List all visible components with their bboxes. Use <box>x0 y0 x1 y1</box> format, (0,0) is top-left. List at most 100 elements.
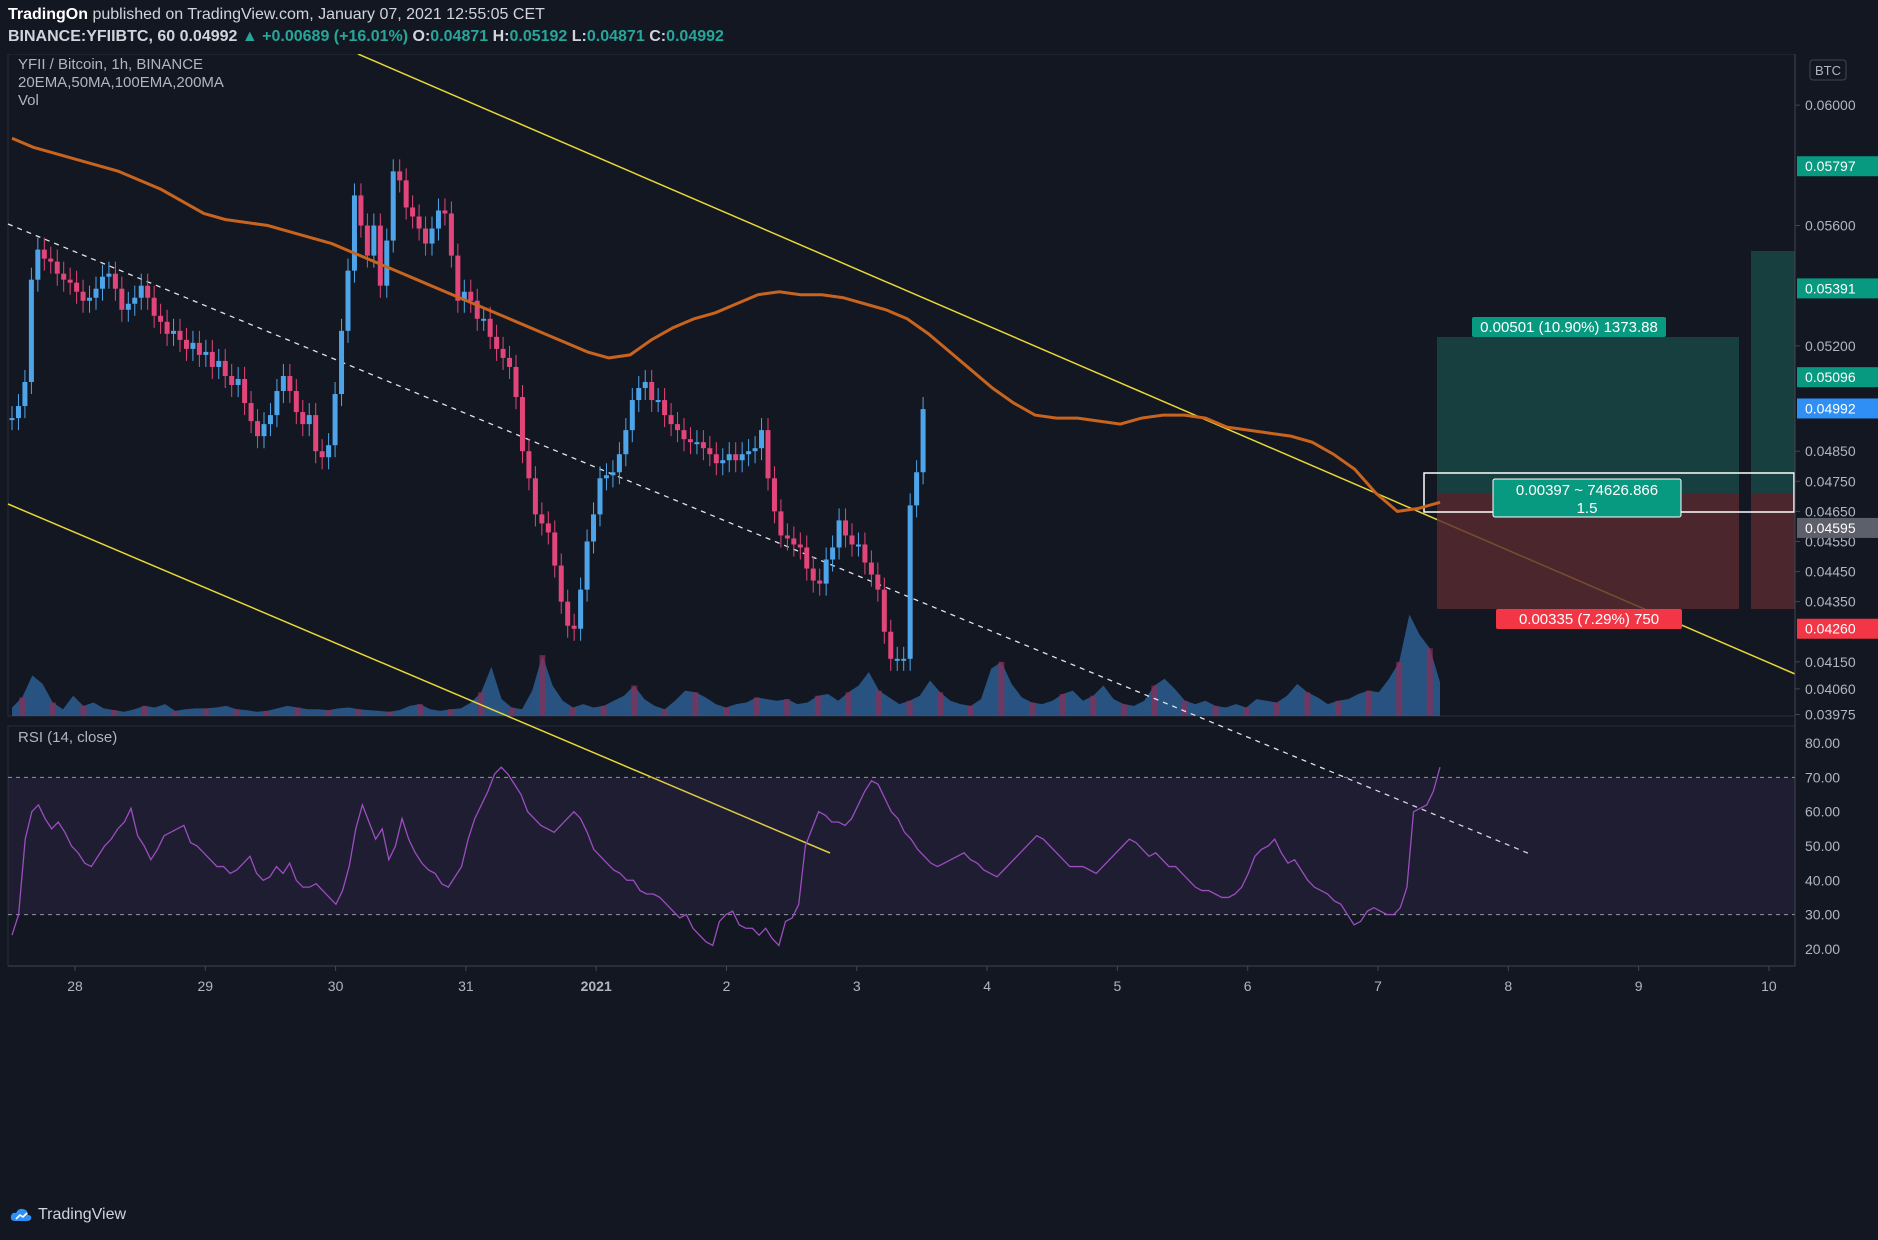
candle-body <box>623 430 629 455</box>
volume-bar <box>570 707 576 716</box>
candle-body <box>532 478 538 515</box>
symbol-label: BINANCE:YFIIBTC, 60 <box>8 28 176 45</box>
time-tick-label: 5 <box>1114 978 1122 994</box>
volume-bar <box>233 709 240 716</box>
volume-bar <box>661 709 668 716</box>
price-change: +0.00689 (+16.01%) <box>262 28 409 45</box>
candle-body <box>700 442 706 449</box>
price-label: 0.04992 <box>1805 400 1856 416</box>
volume-bar <box>1151 685 1158 716</box>
candle-body <box>429 228 435 244</box>
channel-mid-dashed-line[interactable] <box>7 223 1531 855</box>
candle-body <box>765 430 771 479</box>
volume-bar <box>447 709 454 716</box>
candle-body <box>93 288 99 298</box>
indicators-label[interactable]: 20EMA,50MA,100EMA,200MA <box>18 74 224 91</box>
candle-body <box>920 409 926 473</box>
rsi-tick-label: 80.00 <box>1805 735 1840 751</box>
candle-body <box>597 478 603 515</box>
candle-body <box>875 574 881 590</box>
candle-body <box>739 454 745 461</box>
candle-body <box>15 406 21 419</box>
candle-body <box>435 210 441 229</box>
rsi-tick-label: 60.00 <box>1805 804 1840 820</box>
candle-body <box>384 240 390 286</box>
time-tick-label: 2 <box>723 978 731 994</box>
candle-body <box>610 472 616 476</box>
volume-bar <box>1273 702 1280 716</box>
candle-body <box>733 454 739 461</box>
volume-bar <box>1090 695 1097 716</box>
candle-body <box>720 460 726 464</box>
candle-body <box>80 291 86 301</box>
candle-body <box>481 318 487 321</box>
candle-body <box>267 415 273 425</box>
price-axis: BTC 0.06000 0.05600 0.05200 0.04850 0.04750 0.… <box>1794 54 1878 966</box>
candle-body <box>54 261 60 274</box>
candle-body <box>106 273 112 277</box>
candle-body <box>894 658 900 661</box>
close-value: 0.04992 <box>666 28 724 45</box>
volume-bar <box>876 690 882 716</box>
tradingview-logo[interactable]: TradingView <box>10 1206 126 1224</box>
volume-bar <box>1182 700 1188 716</box>
candle-body <box>119 288 125 310</box>
price-tick-label: 0.04750 <box>1805 473 1856 489</box>
time-tick-label: 29 <box>198 978 214 994</box>
long-position-tool[interactable] <box>1423 251 1795 609</box>
candle-body <box>22 381 28 407</box>
candle-body <box>862 544 868 563</box>
rsi-tick-label: 70.00 <box>1805 769 1840 785</box>
volume-bar <box>1426 648 1433 716</box>
candle-body <box>112 273 118 289</box>
volume-bar <box>172 710 179 716</box>
volume-bar <box>692 692 699 716</box>
candle-body <box>242 378 248 404</box>
rsi-label[interactable]: RSI (14, close) <box>18 729 117 746</box>
candle-body <box>881 589 887 632</box>
high-value: 0.05192 <box>509 28 568 45</box>
candle-body <box>726 454 732 461</box>
price-chart[interactable]: 0.00501 (10.90%) 1373.88 0.00397 ~ 74626… <box>0 54 1878 1196</box>
candle-body <box>519 397 525 452</box>
candle-body <box>836 520 842 548</box>
candle-body <box>87 297 93 301</box>
candle-body <box>713 454 719 464</box>
candle-body <box>293 391 299 413</box>
open-label: O: <box>412 28 431 45</box>
candle-body <box>855 544 861 547</box>
time-tick-label: 3 <box>853 978 861 994</box>
price-label: 0.05096 <box>1805 369 1856 385</box>
candle-body <box>849 535 855 545</box>
candle-body <box>448 213 454 256</box>
volume-bar <box>1120 704 1127 716</box>
candle-body <box>804 547 810 569</box>
header-bar: TradingOn published on TradingView.com, … <box>0 0 1878 54</box>
candle-body <box>791 538 797 545</box>
time-tick-label: 6 <box>1244 978 1252 994</box>
candle-body <box>351 195 357 271</box>
ratio-label-line1: 0.00397 ~ 74626.866 <box>1516 482 1658 499</box>
candle-body <box>403 180 409 208</box>
volume-bar <box>355 709 362 716</box>
vol-label[interactable]: Vol <box>18 92 39 109</box>
candle-body <box>759 430 765 449</box>
price-label: 0.04595 <box>1805 520 1856 536</box>
volume-bar <box>937 692 944 716</box>
candle-body <box>151 297 157 316</box>
candle-body <box>500 348 506 358</box>
candle-body <box>442 210 448 214</box>
volume-bar <box>631 685 638 716</box>
candle-body <box>603 475 609 479</box>
volume-bar <box>294 707 301 716</box>
pair-label[interactable]: YFII / Bitcoin, 1h, BINANCE <box>18 56 203 73</box>
price-tick-label: 0.04060 <box>1805 681 1856 697</box>
target-label: 0.00501 (10.90%) 1373.88 <box>1480 319 1658 336</box>
candle-body <box>694 442 700 445</box>
price-label: 0.05797 <box>1805 158 1856 174</box>
candle-body <box>888 631 894 659</box>
candle-body <box>539 514 545 524</box>
publisher-name[interactable]: TradingOn <box>8 6 88 23</box>
candle-body <box>274 391 280 416</box>
time-tick-label: 28 <box>67 978 83 994</box>
